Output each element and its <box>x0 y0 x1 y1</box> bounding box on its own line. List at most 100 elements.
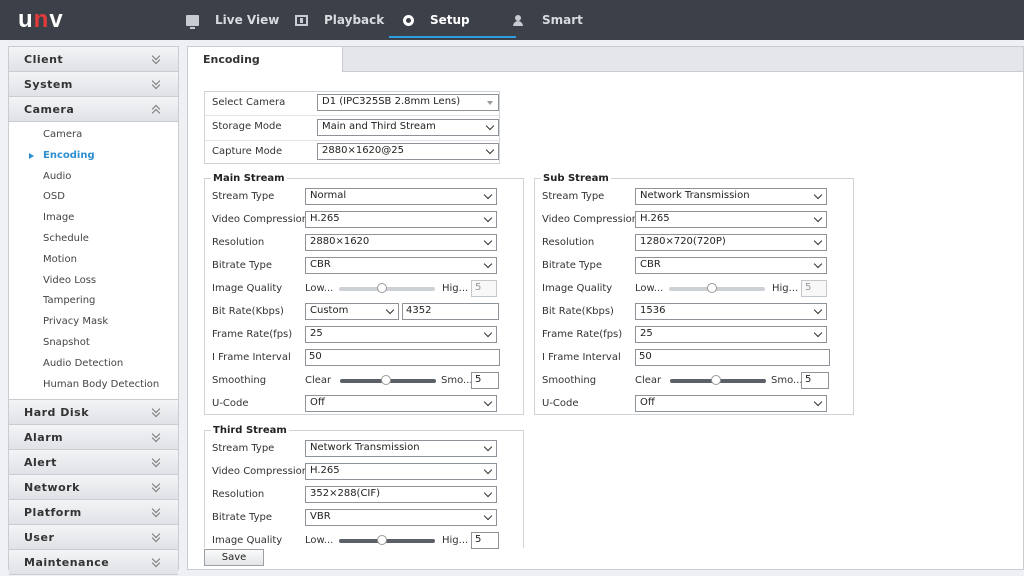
main-panel: Encoding Select Camera D1 (IPC325SB 2.8m… <box>187 46 1024 570</box>
third-stream-type-dropdown[interactable]: Network Transmission <box>305 440 497 457</box>
divider <box>205 140 499 141</box>
stream-type-label: Stream Type <box>212 443 275 454</box>
video-compression-label: Video Compression <box>542 214 639 225</box>
sidebar-section-alarm[interactable]: Alarm <box>9 425 178 451</box>
playback-icon <box>295 14 308 26</box>
slider-knob[interactable] <box>377 283 388 293</box>
sidebar-item-image[interactable]: Image <box>9 208 178 229</box>
sub-smoothing-input[interactable]: 5 <box>801 372 829 389</box>
sidebar-item-privacy-mask[interactable]: Privacy Mask <box>9 312 178 333</box>
sidebar-item-audio-detection[interactable]: Audio Detection <box>9 354 178 375</box>
main-smoothing-input[interactable]: 5 <box>471 372 499 389</box>
bit-rate-label: Bit Rate(Kbps) <box>212 306 284 317</box>
resolution-label: Resolution <box>212 237 265 248</box>
chevron-down-icon <box>152 482 162 492</box>
sidebar-section-alert[interactable]: Alert <box>9 450 178 476</box>
smoothing-clear-label: Clear <box>305 375 332 386</box>
main-bitrate-type-dropdown[interactable]: CBR <box>305 257 497 274</box>
tab-encoding[interactable]: Encoding <box>188 47 343 72</box>
bit-rate-label: Bit Rate(Kbps) <box>542 306 614 317</box>
sidebar-item-osd[interactable]: OSD <box>9 187 178 208</box>
sidebar-item-audio[interactable]: Audio <box>9 167 178 188</box>
third-image-quality-input[interactable]: 5 <box>471 532 499 549</box>
sidebar-item-camera[interactable]: Camera <box>9 125 178 146</box>
main-smoothing-slider[interactable] <box>340 375 436 385</box>
storage-mode-dropdown[interactable]: Main and Third Stream <box>317 119 499 136</box>
sub-bitrate-type-dropdown[interactable]: CBR <box>635 257 827 274</box>
nav-playback[interactable]: Playback <box>295 0 384 40</box>
sidebar-section-client[interactable]: Client <box>9 47 178 72</box>
sidebar-item-tampering[interactable]: Tampering <box>9 291 178 312</box>
main-bit-rate-mode-dropdown[interactable]: Custom <box>305 303 399 320</box>
slider-knob[interactable] <box>377 535 388 545</box>
third-image-quality-slider[interactable] <box>339 535 435 545</box>
third-resolution-dropdown[interactable]: 352×288(CIF) <box>305 486 497 503</box>
camera-settings-box: Select Camera D1 (IPC325SB 2.8mm Lens) S… <box>204 91 500 164</box>
sidebar-item-video-loss[interactable]: Video Loss <box>9 271 178 292</box>
sidebar-section-network[interactable]: Network <box>9 475 178 501</box>
sub-stream-type-dropdown[interactable]: Network Transmission <box>635 188 827 205</box>
sidebar-section-system[interactable]: System <box>9 72 178 97</box>
sidebar-section-maintenance[interactable]: Maintenance <box>9 550 178 576</box>
sidebar-item-human-body-detection[interactable]: Human Body Detection <box>9 375 178 396</box>
sidebar-item-schedule[interactable]: Schedule <box>9 229 178 250</box>
sub-frame-rate-dropdown[interactable]: 25 <box>635 326 827 343</box>
sidebar-section-label: Alert <box>24 455 57 469</box>
third-bitrate-type-dropdown[interactable]: VBR <box>305 509 497 526</box>
sub-i-frame-interval-input[interactable]: 50 <box>635 349 830 366</box>
chevron-down-icon <box>152 54 162 64</box>
save-button[interactable]: Save <box>204 549 264 566</box>
sidebar-item-encoding[interactable]: Encoding <box>9 146 178 167</box>
sub-image-quality-slider[interactable] <box>669 283 765 293</box>
bitrate-type-label: Bitrate Type <box>212 260 273 271</box>
quality-high-label: Hig... <box>442 283 469 294</box>
stream-type-label: Stream Type <box>542 191 605 202</box>
main-u-code-dropdown[interactable]: Off <box>305 395 497 412</box>
select-camera-label: Select Camera <box>212 97 286 108</box>
main-image-quality-slider[interactable] <box>339 283 435 293</box>
main-video-compression-dropdown[interactable]: H.265 <box>305 211 497 228</box>
bitrate-type-label: Bitrate Type <box>542 260 603 271</box>
main-bit-rate-input[interactable]: 4352 <box>402 303 499 320</box>
slider-knob[interactable] <box>707 283 718 293</box>
capture-mode-dropdown[interactable]: 2880×1620@25 <box>317 143 499 160</box>
third-stream-group: Third Stream Stream Type Network Transmi… <box>204 425 524 549</box>
sub-video-compression-dropdown[interactable]: H.265 <box>635 211 827 228</box>
select-camera-dropdown[interactable]: D1 (IPC325SB 2.8mm Lens) <box>317 94 499 111</box>
sidebar-section-label: System <box>24 77 73 91</box>
sidebar-item-snapshot[interactable]: Snapshot <box>9 333 178 354</box>
sidebar-section-label: User <box>24 530 55 544</box>
chevron-down-icon <box>152 557 162 567</box>
slider-knob[interactable] <box>711 375 722 385</box>
quality-high-label: Hig... <box>772 283 799 294</box>
nav-live-view-label: Live View <box>215 13 280 27</box>
resolution-label: Resolution <box>542 237 595 248</box>
main-frame-rate-dropdown[interactable]: 25 <box>305 326 497 343</box>
sidebar-section-platform[interactable]: Platform <box>9 500 178 526</box>
sidebar-section-user[interactable]: User <box>9 525 178 551</box>
main-resolution-dropdown[interactable]: 2880×1620 <box>305 234 497 251</box>
camera-submenu: Camera Encoding Audio OSD Image Schedule… <box>9 122 178 401</box>
sub-u-code-dropdown[interactable]: Off <box>635 395 827 412</box>
sub-resolution-dropdown[interactable]: 1280×720(720P) <box>635 234 827 251</box>
main-stream-type-dropdown[interactable]: Normal <box>305 188 497 205</box>
sub-bit-rate-dropdown[interactable]: 1536 <box>635 303 827 320</box>
nav-live-view[interactable]: Live View <box>186 0 279 40</box>
nav-smart[interactable]: Smart <box>513 0 583 40</box>
sidebar-section-hard-disk[interactable]: Hard Disk <box>9 400 178 426</box>
u-code-label: U-Code <box>212 398 249 409</box>
chevron-up-icon <box>152 104 162 114</box>
smoothing-smooth-label: Smo... <box>441 375 473 386</box>
sidebar-section-camera[interactable]: Camera <box>9 97 178 122</box>
resolution-label: Resolution <box>212 489 265 500</box>
bitrate-type-label: Bitrate Type <box>212 512 273 523</box>
sub-stream-group: Sub Stream Stream Type Network Transmiss… <box>534 173 854 415</box>
sidebar-item-motion[interactable]: Motion <box>9 250 178 271</box>
quality-high-label: Hig... <box>442 535 469 546</box>
slider-knob[interactable] <box>381 375 392 385</box>
stream-type-label: Stream Type <box>212 191 275 202</box>
third-video-compression-dropdown[interactable]: H.265 <box>305 463 497 480</box>
nav-setup[interactable]: Setup <box>389 0 516 40</box>
sub-smoothing-slider[interactable] <box>670 375 766 385</box>
main-i-frame-interval-input[interactable]: 50 <box>305 349 500 366</box>
